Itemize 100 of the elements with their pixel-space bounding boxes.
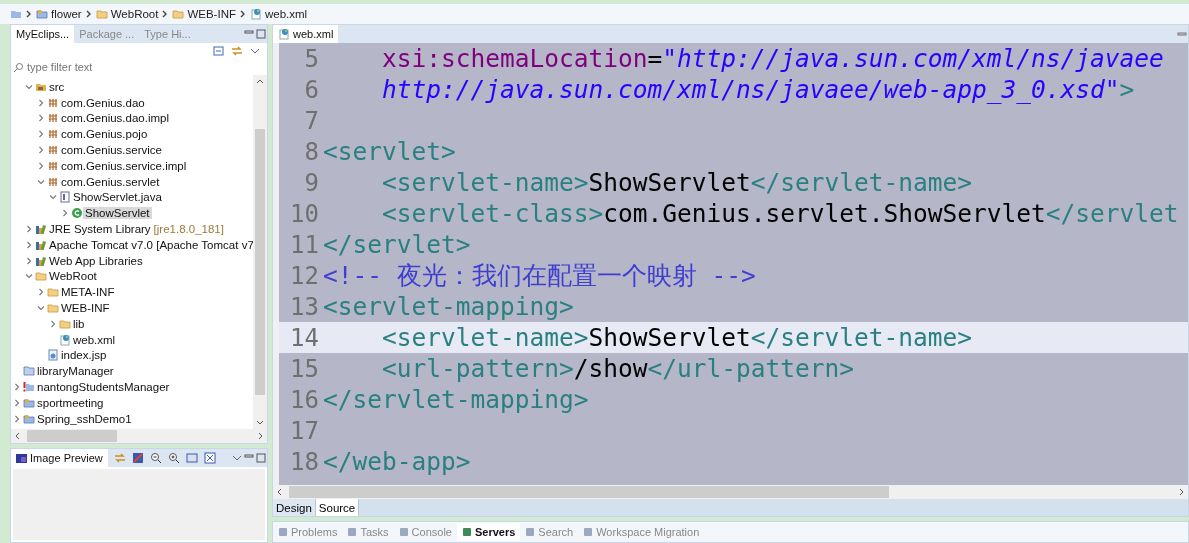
project-icon: [23, 396, 35, 409]
tree-item[interactable]: nantongStudentsManager: [35, 381, 172, 394]
tab-label: Servers: [474, 526, 516, 538]
tree-item[interactable]: com.Genius.pojo: [59, 128, 150, 141]
breadcrumb-item[interactable]: WEB-INF: [187, 8, 236, 20]
code-line: </servlet>: [323, 230, 471, 259]
project-icon: [36, 8, 48, 20]
package-icon: [47, 175, 59, 188]
library-icon: [35, 238, 47, 251]
closed-project-icon: [23, 365, 35, 378]
code-line: </web-app>: [323, 447, 471, 476]
chevron-icon: [85, 10, 92, 18]
line-number: 9: [303, 168, 320, 197]
tree-item[interactable]: com.Genius.service.impl: [59, 159, 189, 172]
view-tab[interactable]: Image Preview: [11, 449, 108, 467]
package-icon: [47, 128, 59, 141]
code-line: <servlet-name>ShowServlet</servlet-name>: [381, 168, 973, 197]
mode-tab[interactable]: Design: [273, 499, 316, 516]
tree-item[interactable]: com.Genius.dao: [59, 96, 147, 109]
line-number: 5: [303, 44, 320, 73]
fit-window-icon[interactable]: [203, 452, 216, 464]
project-icon: [23, 412, 35, 425]
view-icon: [278, 527, 288, 537]
folder-icon: [47, 302, 59, 315]
tab-label: Problems: [291, 526, 338, 538]
tree-item[interactable]: ShowServlet: [83, 207, 152, 220]
filter-input[interactable]: type filter text: [27, 61, 227, 73]
link-icon[interactable]: [113, 452, 126, 464]
xml-file-icon: [278, 28, 290, 40]
breadcrumb-item[interactable]: web.xml: [265, 8, 308, 20]
actual-size-icon[interactable]: [185, 452, 198, 464]
package-icon: [47, 96, 59, 109]
line-number: 18: [289, 447, 320, 476]
view-icon: [398, 527, 409, 537]
tree-item[interactable]: sportmeeting: [35, 396, 106, 409]
tree-item[interactable]: Apache Tomcat v7.0 [Apache Tomcat v7: [47, 238, 253, 251]
line-number: 6: [303, 75, 320, 104]
view-icon: [583, 527, 594, 537]
zoom-out-icon[interactable]: [149, 452, 162, 464]
editor-tab[interactable]: web.xml: [273, 25, 339, 43]
vertical-scrollbar[interactable]: [253, 75, 267, 429]
jsp-file-icon: [47, 349, 59, 362]
tree-item[interactable]: src: [47, 80, 67, 93]
line-number: 17: [289, 416, 320, 445]
view-tab[interactable]: Tasks: [342, 523, 394, 541]
tree-item[interactable]: web.xml: [71, 333, 118, 346]
code-line: <servlet>: [323, 137, 456, 166]
code-line: <servlet-name>ShowServlet</servlet-name>: [381, 323, 973, 352]
code-line: xsi:schemaLocation="http://java.sun.com/xml/ns/javaee: [381, 44, 1164, 73]
tree-item[interactable]: META-INF: [59, 286, 117, 299]
view-tab[interactable]: Servers: [456, 523, 521, 541]
tree-item[interactable]: libraryManager: [35, 365, 116, 378]
xml-file-icon: [250, 8, 262, 20]
chevron-icon: [162, 10, 169, 18]
line-number: 14: [289, 323, 320, 352]
tree-item[interactable]: Spring_sshDemo1: [35, 412, 134, 425]
maximize-icon[interactable]: [255, 452, 267, 464]
tree-item[interactable]: JRE System Library [jre1.8.0_181]: [47, 223, 226, 236]
line-number: 7: [303, 106, 320, 135]
fit-image-icon[interactable]: [131, 452, 144, 464]
tree-item[interactable]: WEB-INF: [59, 302, 112, 315]
tree-item[interactable]: com.Genius.service: [59, 144, 164, 157]
code-line: <servlet-class>com.Genius.servlet.ShowServlet</servlet: [381, 199, 1179, 228]
library-icon: [35, 223, 47, 236]
tab-label: Image Preview: [30, 452, 103, 464]
tree-item[interactable]: index.jsp: [59, 349, 109, 362]
tab-label: Console: [411, 526, 452, 538]
view-icon: [525, 527, 536, 537]
mode-tab[interactable]: Source: [315, 499, 360, 516]
tree-item[interactable]: Web App Libraries: [47, 254, 145, 267]
package-icon: [47, 112, 59, 125]
line-number: 16: [289, 385, 320, 414]
code-line: </servlet-mapping>: [323, 385, 589, 414]
tree-item[interactable]: com.Genius.dao.impl: [59, 112, 172, 125]
collapse-all-icon[interactable]: [213, 45, 225, 57]
line-number: 15: [289, 354, 320, 383]
line-number: 10: [289, 199, 320, 228]
tree-item[interactable]: WebRoot: [47, 270, 99, 283]
tree-item[interactable]: com.Genius.servlet: [59, 175, 162, 188]
tab-label: web.xml: [293, 28, 334, 40]
zoom-in-icon[interactable]: [167, 452, 180, 464]
line-number: 13: [289, 292, 320, 321]
horizontal-scrollbar[interactable]: [11, 429, 267, 443]
view-tab[interactable]: MyEclips...: [11, 25, 75, 43]
horizontal-scrollbar[interactable]: [273, 485, 1188, 499]
folder-icon: [35, 270, 47, 283]
view-icon: [461, 527, 472, 537]
navigation-icon[interactable]: [10, 8, 22, 20]
package-icon: [47, 159, 59, 172]
breadcrumb-item[interactable]: flower: [51, 8, 82, 20]
view-icon: [347, 527, 358, 537]
tab-label: Workspace Migration: [596, 526, 700, 538]
code-line: <servlet-mapping>: [323, 292, 574, 321]
tree-item[interactable]: ShowServlet.java: [71, 191, 164, 204]
breadcrumb-item[interactable]: WebRoot: [110, 8, 159, 20]
java-file-icon: [59, 191, 71, 204]
maximize-icon[interactable]: [255, 28, 267, 40]
tree-item[interactable]: lib: [71, 317, 87, 330]
line-number: 11: [289, 230, 320, 259]
link-editor-icon[interactable]: [231, 45, 243, 57]
